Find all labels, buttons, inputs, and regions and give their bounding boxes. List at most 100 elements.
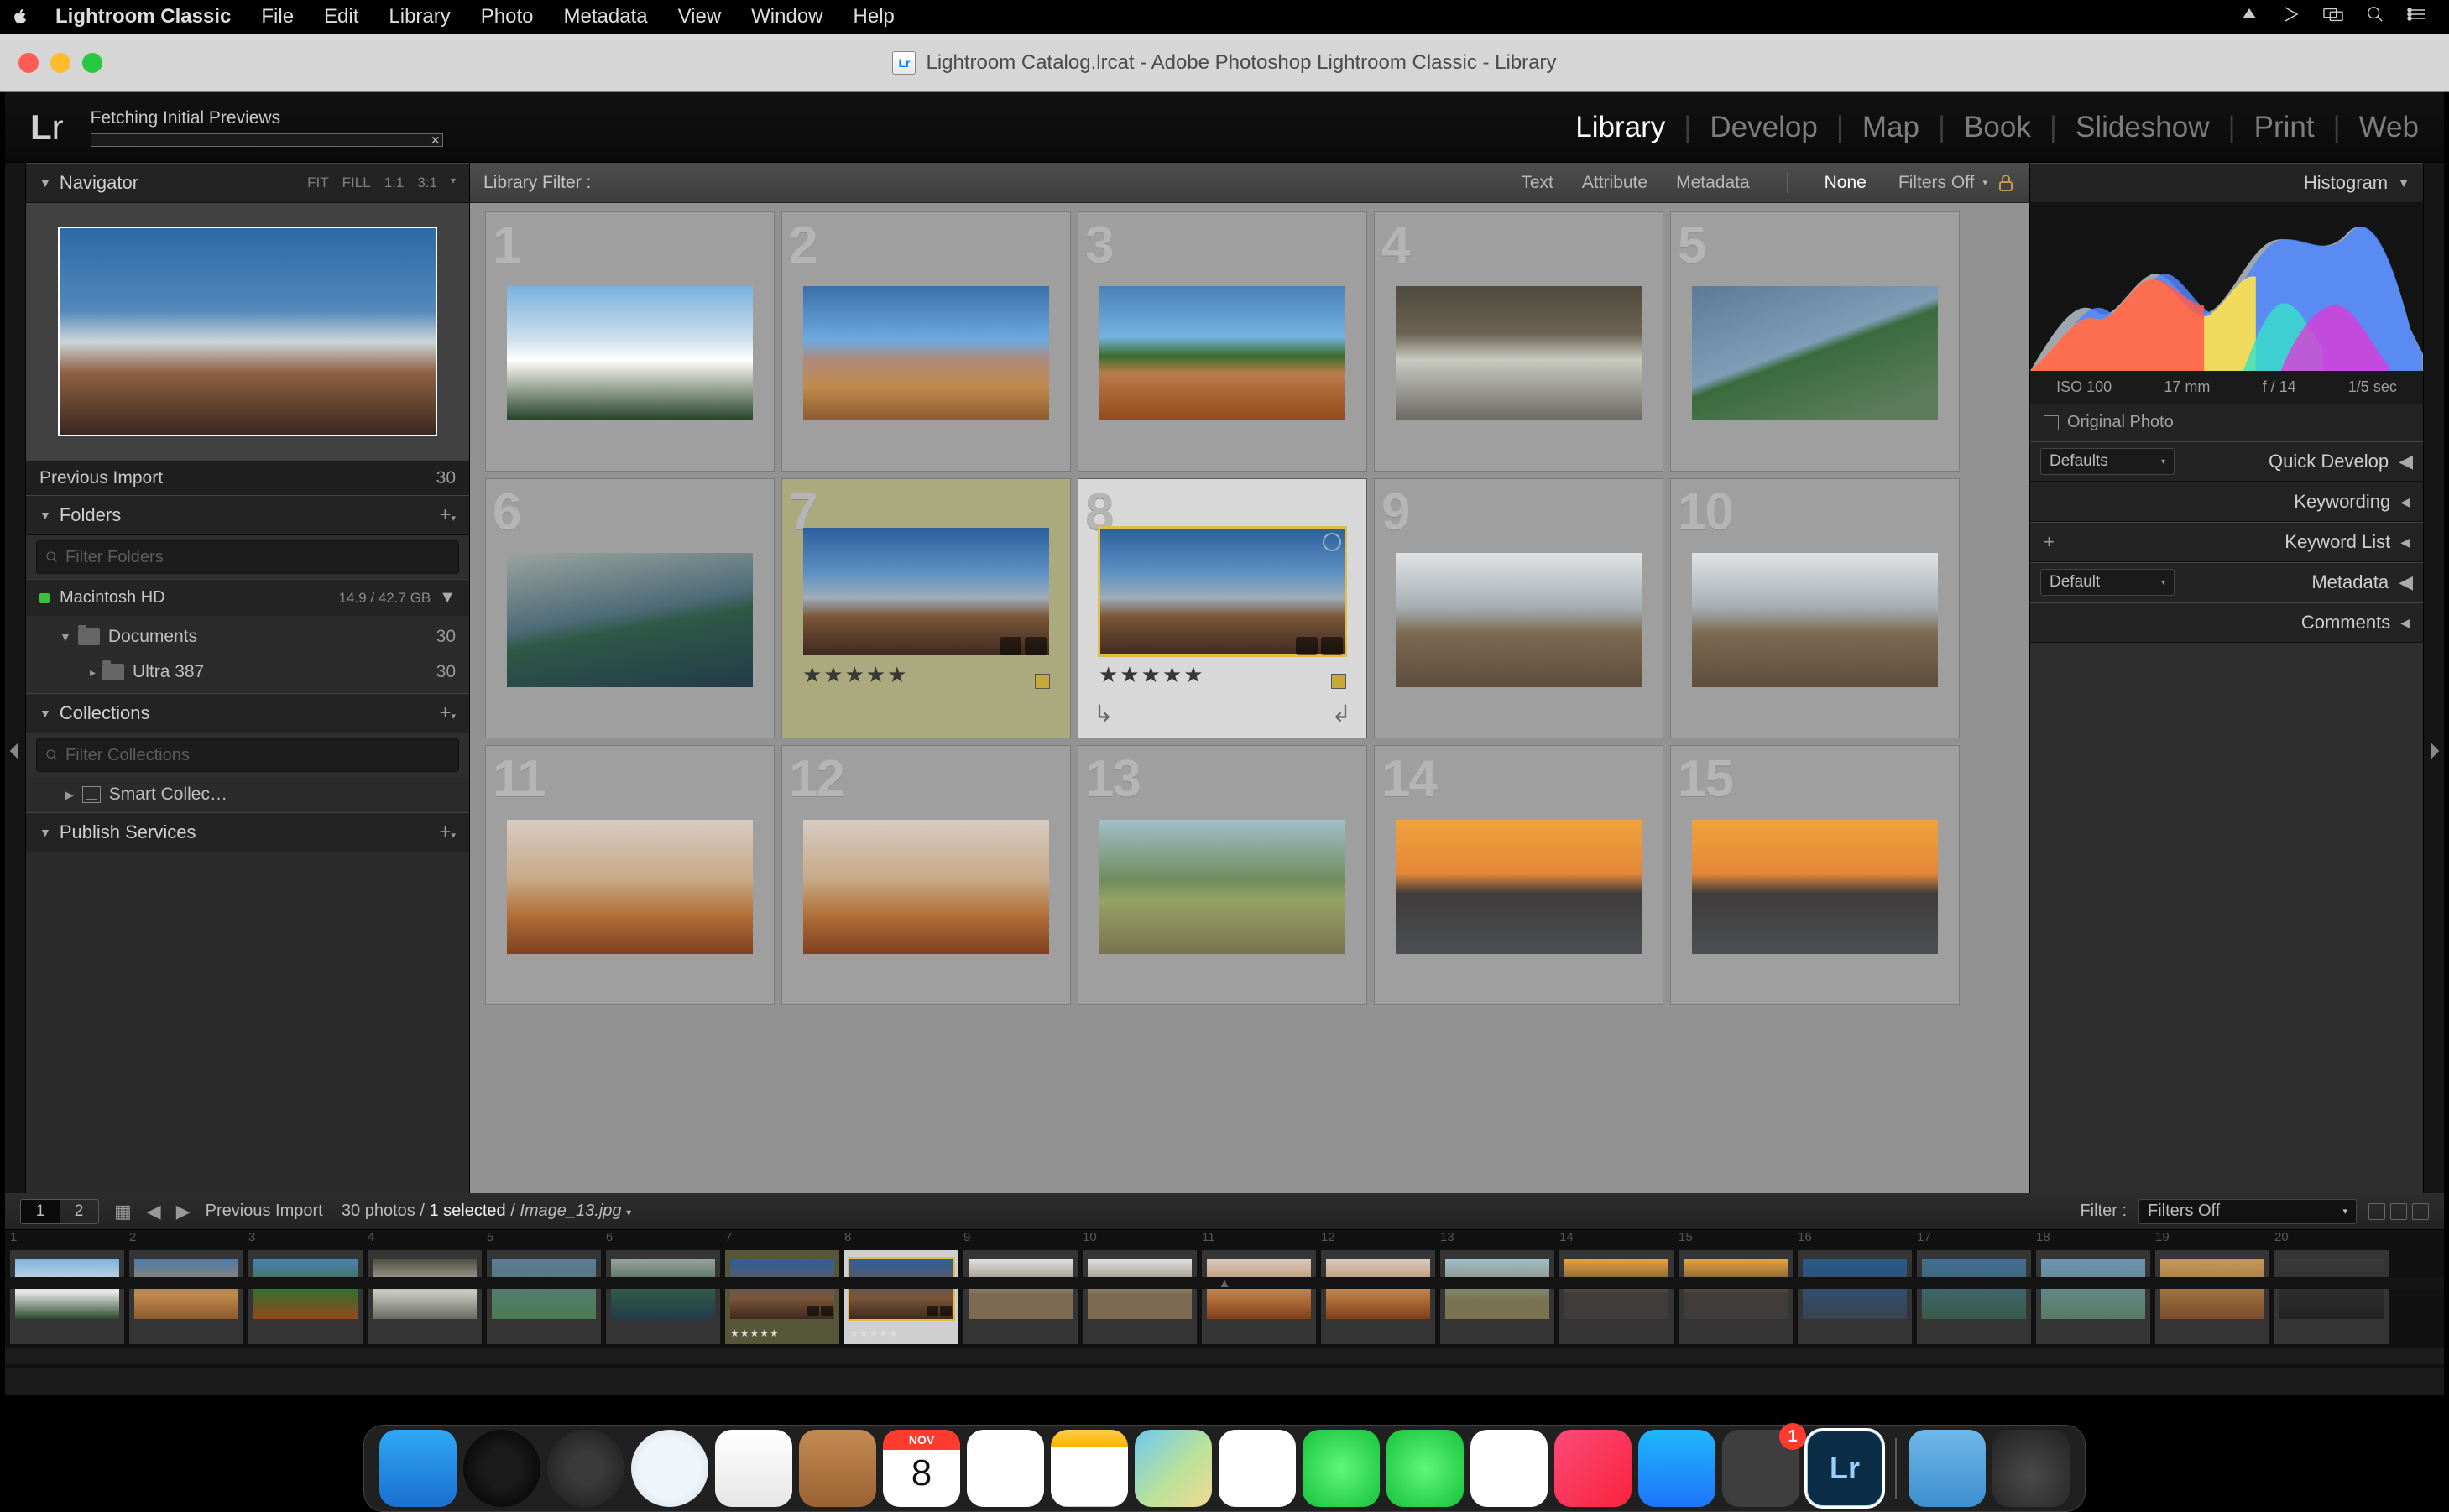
right-panel-toggle[interactable] [2424,163,2444,1339]
filmstrip-cell[interactable] [487,1250,601,1344]
folders-header[interactable]: ▼ Folders +▾ [26,495,469,535]
smart-collections-row[interactable]: ▶ Smart Collec… [26,777,469,812]
filmstrip-scrollbar[interactable] [5,1348,2444,1364]
menu-window[interactable]: Window [736,5,838,29]
grid-cell[interactable]: 1 [485,211,775,472]
comments-header[interactable]: Comments◀ [2030,602,2423,643]
publish-services-header[interactable]: ▼ Publish Services +▾ [26,812,469,852]
filmstrip-cell[interactable]: ★★★★★ [725,1250,839,1344]
quick-develop-header[interactable]: Defaults▾ Quick Develop◀ [2030,441,2423,482]
filmstrip-cell[interactable] [1321,1250,1435,1344]
menu-metadata[interactable]: Metadata [548,5,662,29]
menu-library[interactable]: Library [373,5,465,29]
filmstrip-resize-handle[interactable]: ▲ [5,1277,2444,1289]
filter-tab-attribute[interactable]: Attribute [1582,173,1647,193]
folder-row[interactable]: ▸ Ultra 387 30 [26,654,469,690]
left-panel-toggle[interactable] [5,163,25,1339]
navigator-header[interactable]: ▼ Navigator FIT FILL 1:1 3:1 ▾ [26,163,469,203]
nav-fit[interactable]: FIT [307,175,329,191]
menu-photo[interactable]: Photo [466,5,549,29]
grid-cell[interactable]: 11 [485,745,775,1005]
filmstrip-flag-filters[interactable] [2368,1203,2429,1220]
filter-lock-icon[interactable] [1996,173,2016,193]
dock-finder-icon[interactable] [379,1430,457,1507]
dock-preferences-icon[interactable]: 1 [1722,1430,1799,1507]
filmstrip-cell[interactable] [1917,1250,2031,1344]
quick-collection-icon[interactable] [1323,533,1341,551]
dock-maps-icon[interactable] [1135,1430,1212,1507]
nav-1to1[interactable]: 1:1 [384,175,405,191]
filter-tab-none[interactable]: None [1825,173,1867,193]
disclosure-triangle-icon[interactable]: ▸ [90,665,96,680]
screen-2[interactable]: 2 [60,1200,98,1223]
disclosure-triangle-icon[interactable]: ▼ [60,630,71,644]
grid-cell[interactable]: 7★★★★★ [781,478,1071,738]
filmstrip-cell[interactable] [368,1250,482,1344]
window-zoom-button[interactable] [82,53,102,73]
window-close-button[interactable] [18,53,39,73]
collections-header[interactable]: ▼ Collections +▾ [26,693,469,733]
filmstrip-cell[interactable] [129,1250,243,1344]
apple-menu-icon[interactable] [0,8,40,26]
grid-cell[interactable]: 5 [1670,211,1960,472]
keywording-header[interactable]: Keywording◀ [2030,482,2423,522]
filmstrip-cell[interactable] [606,1250,720,1344]
module-develop[interactable]: Develop [1710,111,1817,144]
grid-cell[interactable]: 8★★★★★↳↲ [1078,478,1367,738]
filters-preset-menu[interactable]: Filters Off▾ [1898,173,1987,193]
rating-stars[interactable]: ★★★★★ [802,662,909,688]
chevron-down-icon[interactable]: ▼ [439,588,456,607]
metadata-header[interactable]: Default▾ Metadata◀ [2030,562,2423,602]
volume-row[interactable]: Macintosh HD 14.9 / 42.7 GB ▼ [26,579,469,616]
filmstrip-cell[interactable] [1083,1250,1197,1344]
dock-music-icon[interactable] [1554,1430,1632,1507]
filmstrip-cell[interactable] [1559,1250,1674,1344]
dock-contacts-icon[interactable] [799,1430,876,1507]
filmstrip-cell[interactable] [2274,1250,2389,1344]
color-label-icon[interactable] [1035,674,1050,689]
dock-reminders-icon[interactable] [967,1430,1044,1507]
filmstrip-breadcrumb[interactable]: Previous Import 30 photos / 1 selected /… [206,1202,631,1221]
filmstrip-cell[interactable] [1202,1250,1316,1344]
rotate-cw-icon[interactable]: ↲ [1332,700,1351,727]
grid-cell[interactable]: 2 [781,211,1071,472]
window-minimize-button[interactable] [50,53,70,73]
module-print[interactable]: Print [2254,111,2315,144]
status-spotlight-icon[interactable] [2365,5,2385,29]
nav-3to1[interactable]: 3:1 [417,175,437,191]
keyword-add-button[interactable]: + [2044,531,2055,553]
dock-launchpad-icon[interactable] [547,1430,624,1507]
filmstrip-cell[interactable]: ★★★★★ [844,1250,958,1344]
filmstrip-cell[interactable] [248,1250,363,1344]
filter-tab-text[interactable]: Text [1521,173,1553,193]
grid-toggle-icon[interactable]: ▦ [114,1201,132,1223]
original-photo-row[interactable]: Original Photo [2030,404,2423,441]
grid-cell[interactable]: 12 [781,745,1071,1005]
filmstrip-cell[interactable] [1679,1250,1793,1344]
module-library[interactable]: Library [1575,111,1665,144]
module-map[interactable]: Map [1862,111,1919,144]
chevron-down-icon[interactable]: ▾ [451,175,456,191]
folder-row[interactable]: ▼ Documents 30 [26,619,469,654]
collections-filter-input[interactable]: Filter Collections [36,738,459,772]
grid-cell[interactable]: 13 [1078,745,1367,1005]
menu-edit[interactable]: Edit [309,5,373,29]
menu-view[interactable]: View [663,5,737,29]
nav-fill[interactable]: FILL [342,175,371,191]
dock-downloads-folder-icon[interactable] [1909,1430,1986,1507]
module-slideshow[interactable]: Slideshow [2076,111,2210,144]
grid-cell[interactable]: 4 [1374,211,1663,472]
module-web[interactable]: Web [2359,111,2419,144]
dock-calendar-icon[interactable] [883,1430,960,1507]
activity-cancel-button[interactable]: ✕ [431,134,441,146]
navigator-preview[interactable] [26,203,469,460]
status-controlcenter-icon[interactable] [2407,5,2427,29]
menubar-app-name[interactable]: Lightroom Classic [40,5,246,29]
filter-tab-metadata[interactable]: Metadata [1676,173,1750,193]
secondary-display-switch[interactable]: 1 2 [20,1199,99,1224]
menu-help[interactable]: Help [838,5,910,29]
grid-cell[interactable]: 14 [1374,745,1663,1005]
catalog-previous-import[interactable]: Previous Import 30 [26,460,469,495]
module-book[interactable]: Book [1964,111,2031,144]
dock-lightroom-icon[interactable]: Lr [1806,1430,1883,1507]
